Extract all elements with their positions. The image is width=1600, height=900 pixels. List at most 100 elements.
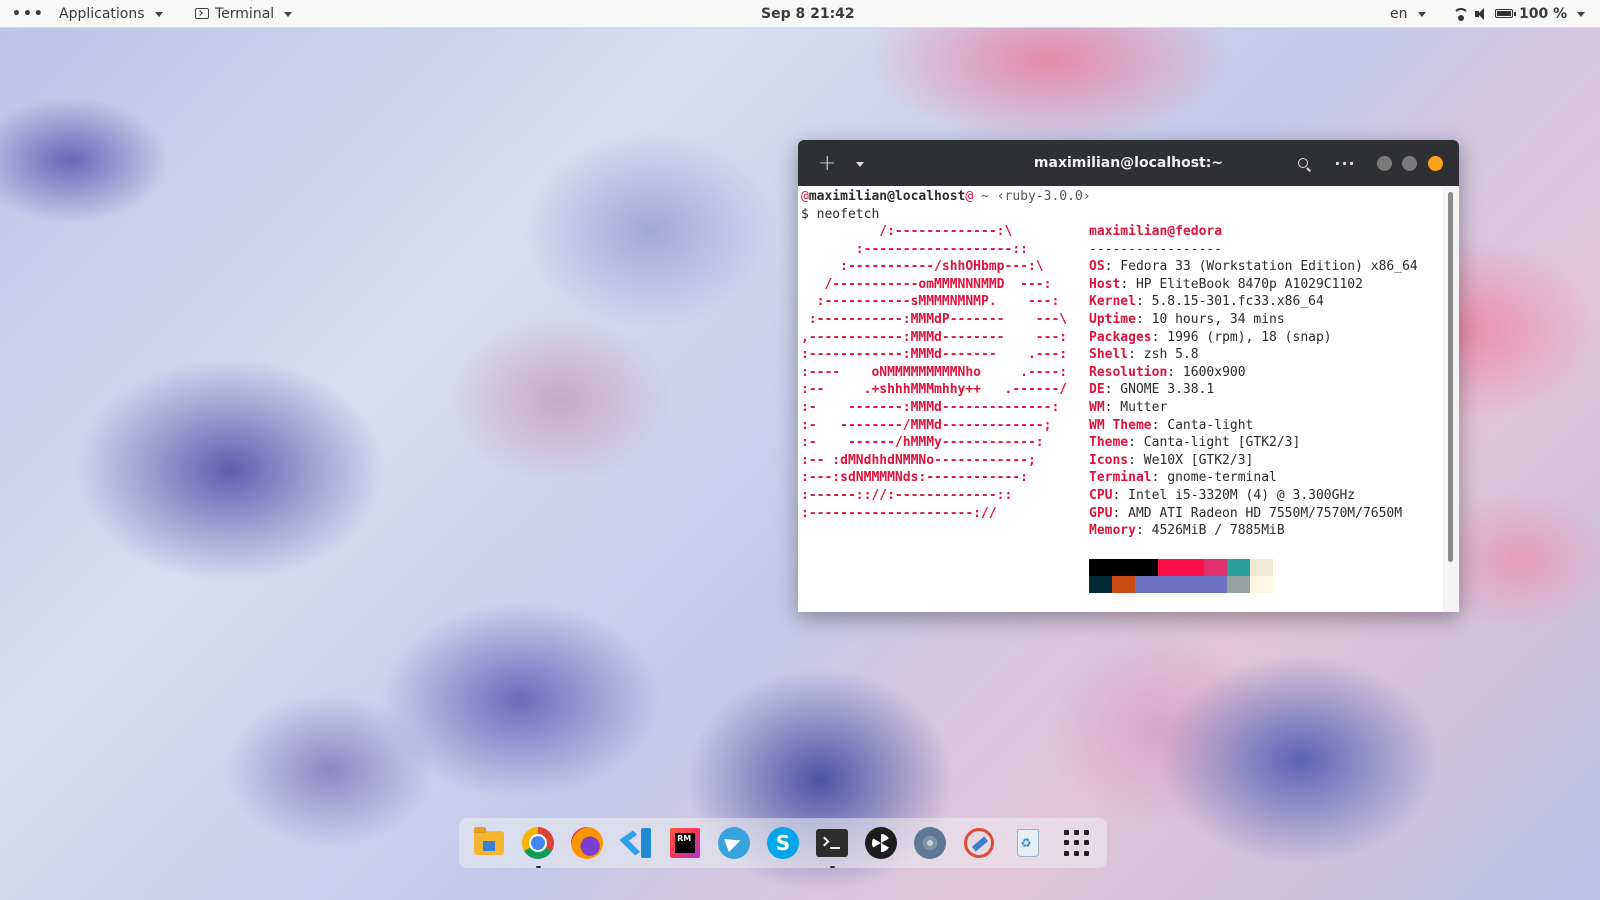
- info-row: Resolution: 1600x900: [1089, 364, 1418, 382]
- info-key: Packages: [1089, 329, 1152, 345]
- info-row: Shell: zsh 5.8: [1089, 346, 1418, 364]
- settings-icon: [913, 827, 946, 859]
- dock-item-tool[interactable]: [961, 825, 997, 861]
- running-indicator: [536, 866, 542, 868]
- dock-item-vscode[interactable]: [618, 825, 654, 861]
- show-applications-icon: [1063, 830, 1090, 856]
- logo-line: :-- :dMNdhhdNMMNo------------;: [801, 452, 1036, 468]
- dock-item-settings[interactable]: [912, 825, 948, 861]
- info-row: Theme: Canta-light [GTK2/3]: [1089, 434, 1418, 452]
- menu-button[interactable]: ···: [1334, 140, 1354, 186]
- top-bar: ••• Applications Terminal Sep 8 21:42 en…: [0, 0, 1600, 28]
- close-button[interactable]: [1428, 156, 1443, 171]
- logo-line: :---- oNMMMMMMMMMNho .----:: [801, 364, 1068, 380]
- info-row: Host: HP EliteBook 8470p A1029C1102: [1089, 276, 1418, 294]
- scrollbar[interactable]: [1443, 186, 1459, 612]
- dock-item-telegram[interactable]: [716, 825, 752, 861]
- logo-line: /-----------omMMMNNNMMD ---:: [801, 276, 1052, 292]
- rubymine-icon: RM: [670, 828, 701, 858]
- dock-item-firefox[interactable]: [569, 825, 605, 861]
- logo-line: :- ------/hMMMy------------:: [801, 435, 1044, 451]
- info-key: GPU: [1089, 505, 1113, 521]
- info-value: : AMD ATI Radeon HD 7550M/7570M/7650M: [1112, 505, 1403, 521]
- rubymine-label: RM: [675, 833, 696, 853]
- command-line: $ neofetch: [801, 206, 880, 222]
- info-value: : Intel i5-3320M (4) @ 3.300GHz: [1112, 487, 1356, 503]
- obs-icon: [864, 827, 897, 859]
- info-key: OS: [1089, 259, 1105, 275]
- info-row: DE: GNOME 3.38.1: [1089, 381, 1418, 399]
- info-value: : Fedora 33 (Workstation Edition) x86_64: [1104, 259, 1418, 275]
- info-value: : 1600x900: [1167, 364, 1246, 380]
- chevron-down-icon: [1577, 12, 1586, 17]
- logo-line: :---:sdNMMMMNds:------------:: [801, 470, 1028, 486]
- terminal-icon: [195, 8, 209, 19]
- running-indicator: [829, 866, 835, 868]
- terminal-output[interactable]: @maximilian@localhost@ ~ ‹ruby-3.0.0› $ …: [798, 186, 1443, 612]
- dock-item-chrome[interactable]: [520, 825, 556, 868]
- logo-line: /:-------------:\: [801, 224, 1013, 239]
- dock-item-obs[interactable]: [863, 825, 899, 861]
- info-row: CPU: Intel i5-3320M (4) @ 3.300GHz: [1089, 487, 1418, 505]
- terminal-header-bar[interactable]: + maximilian@localhost:~ ···: [798, 140, 1459, 186]
- info-row: WM: Mutter: [1089, 399, 1418, 417]
- info-key: Shell: [1089, 347, 1129, 363]
- dock-item-skype[interactable]: S: [765, 825, 801, 861]
- info-key: WM Theme: [1089, 417, 1152, 433]
- info-row: Terminal: gnome-terminal: [1089, 469, 1418, 487]
- prompt-at: @: [801, 189, 809, 204]
- app-menu-terminal[interactable]: Terminal: [195, 0, 293, 27]
- info-key: Uptime: [1089, 311, 1136, 327]
- palette-swatch: [1089, 559, 1112, 576]
- window-title: maximilian@localhost:~: [1033, 155, 1224, 171]
- system-menu[interactable]: 100 %: [1453, 0, 1586, 27]
- palette-swatch: [1250, 559, 1273, 576]
- info-key: Memory: [1089, 523, 1136, 539]
- info-value: : 5.8.15-301.fc33.x86_64: [1135, 294, 1324, 310]
- info-separator: -----------------: [1089, 241, 1223, 257]
- dock-item-trash[interactable]: [1010, 825, 1046, 861]
- info-key: Icons: [1089, 452, 1129, 468]
- search-icon: [1298, 158, 1308, 168]
- palette-swatch: [1112, 559, 1135, 576]
- logo-line: :- --------/MMMd-------------;: [801, 417, 1052, 433]
- info-value: : HP EliteBook 8470p A1029C1102: [1120, 276, 1363, 292]
- battery-icon: [1495, 9, 1516, 18]
- dock-item-show-applications[interactable]: [1059, 825, 1095, 861]
- info-value: : Mutter: [1104, 399, 1168, 415]
- info-value: : GNOME 3.38.1: [1104, 382, 1215, 398]
- activities-button[interactable]: •••: [12, 0, 45, 27]
- info-row: OS: Fedora 33 (Workstation Edition) x86_…: [1089, 258, 1418, 276]
- clock[interactable]: Sep 8 21:42: [761, 0, 855, 27]
- trash-icon: [1016, 829, 1039, 857]
- info-row: Kernel: 5.8.15-301.fc33.x86_64: [1089, 293, 1418, 311]
- app-menu-label: Terminal: [215, 5, 275, 22]
- info-key: Kernel: [1089, 294, 1136, 310]
- logo-line: :-----------sMMMMNMNMP. ---:: [801, 294, 1060, 310]
- dock-item-rubymine[interactable]: RM: [667, 825, 703, 861]
- keyboard-layout-menu[interactable]: en: [1390, 0, 1426, 27]
- info-value: : Canta-light [GTK2/3]: [1128, 435, 1301, 451]
- dock-item-terminal[interactable]: [814, 825, 850, 868]
- logo-line: :-----------/shhOHbmp---:\: [801, 259, 1044, 275]
- keyboard-layout-label: en: [1390, 5, 1408, 22]
- scrollbar-thumb[interactable]: [1448, 192, 1453, 562]
- info-row: Memory: 4526MiB / 7885MiB: [1089, 522, 1418, 540]
- chevron-down-icon: [1417, 12, 1426, 17]
- prompt-line: @maximilian@localhost@ ~ ‹ruby-3.0.0›: [801, 188, 1091, 206]
- files-icon: [474, 827, 505, 855]
- search-button[interactable]: [1295, 140, 1311, 186]
- firefox-icon: [571, 827, 604, 859]
- prompt-ruby-version: ‹ruby-3.0.0›: [996, 189, 1091, 204]
- neofetch-logo: /:-------------:\ :-------------------::…: [801, 223, 1067, 522]
- applications-menu[interactable]: Applications: [59, 0, 163, 27]
- palette-swatch: [1135, 559, 1158, 576]
- info-key: Terminal: [1089, 470, 1152, 486]
- dock-item-files[interactable]: [471, 825, 507, 861]
- info-value: : 1996 (rpm), 18 (snap): [1151, 329, 1332, 345]
- info-key: Resolution: [1089, 364, 1168, 380]
- palette-swatch: [1158, 559, 1181, 576]
- minimize-button[interactable]: [1377, 156, 1392, 171]
- logo-line: :-----------:MMMdP------- ---\: [801, 311, 1068, 327]
- maximize-button[interactable]: [1402, 156, 1417, 171]
